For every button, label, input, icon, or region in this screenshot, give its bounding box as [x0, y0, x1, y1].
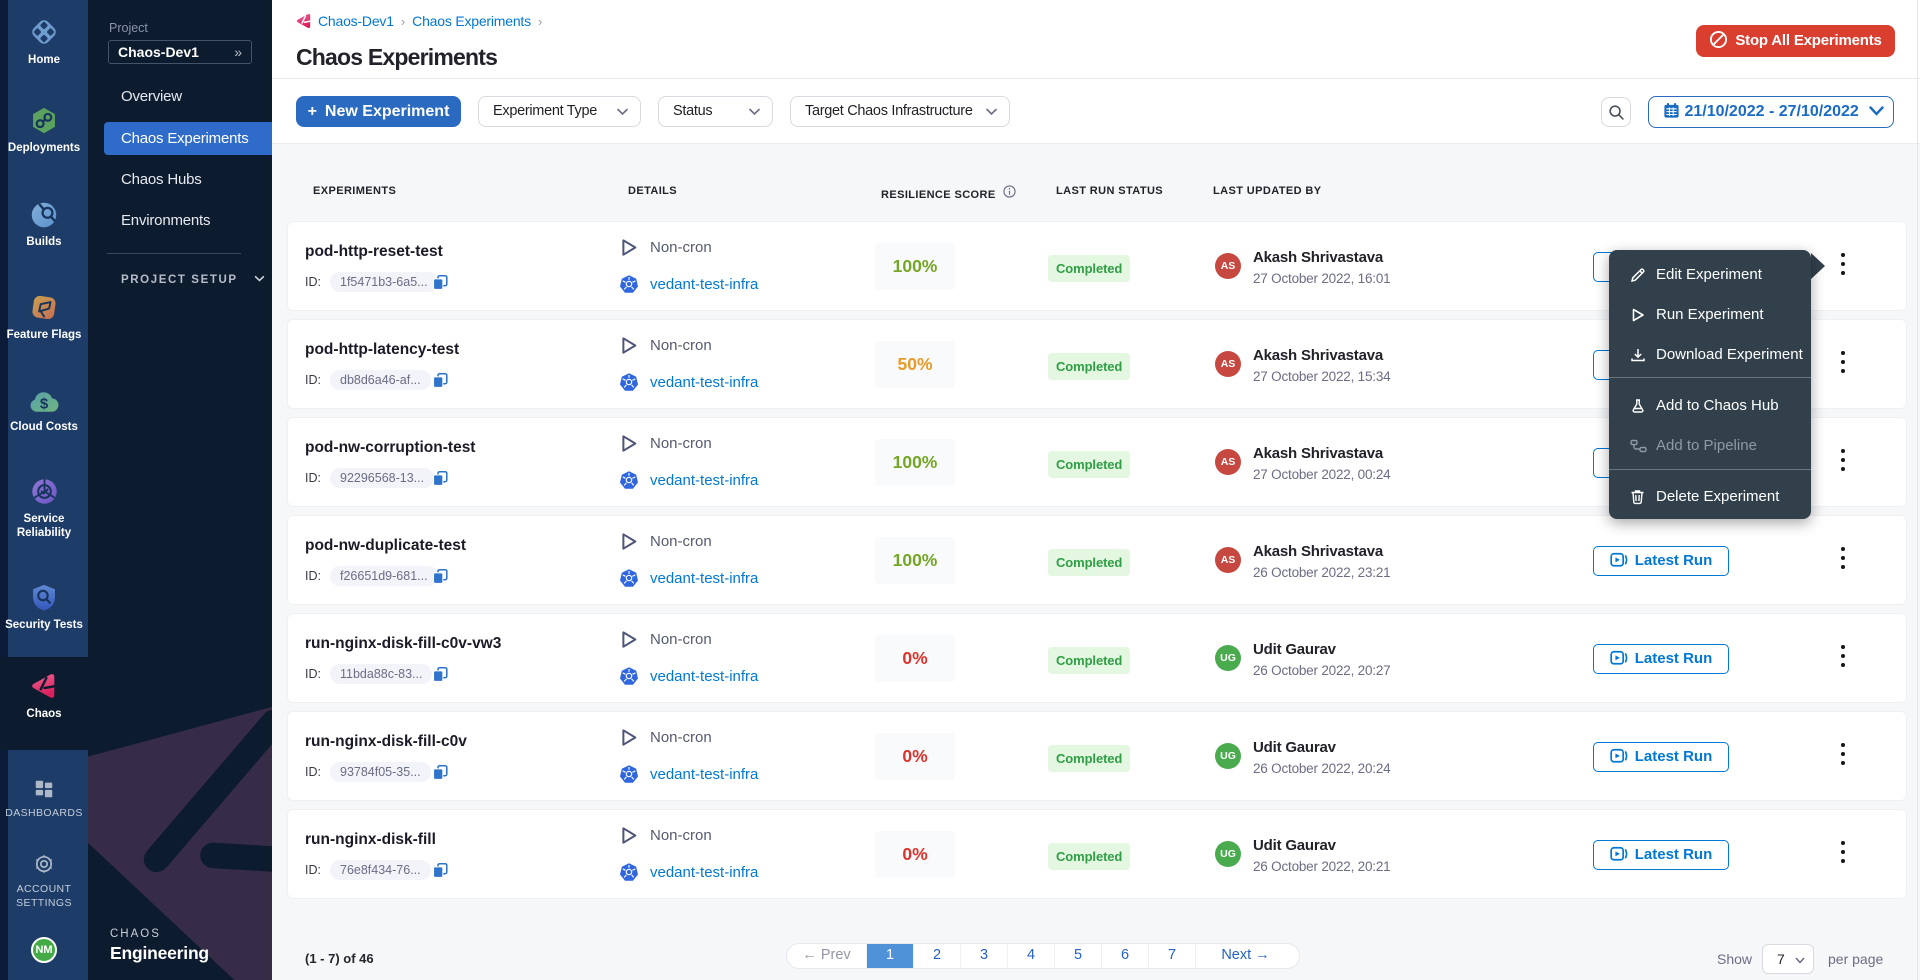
svg-text:$: $: [40, 396, 49, 413]
